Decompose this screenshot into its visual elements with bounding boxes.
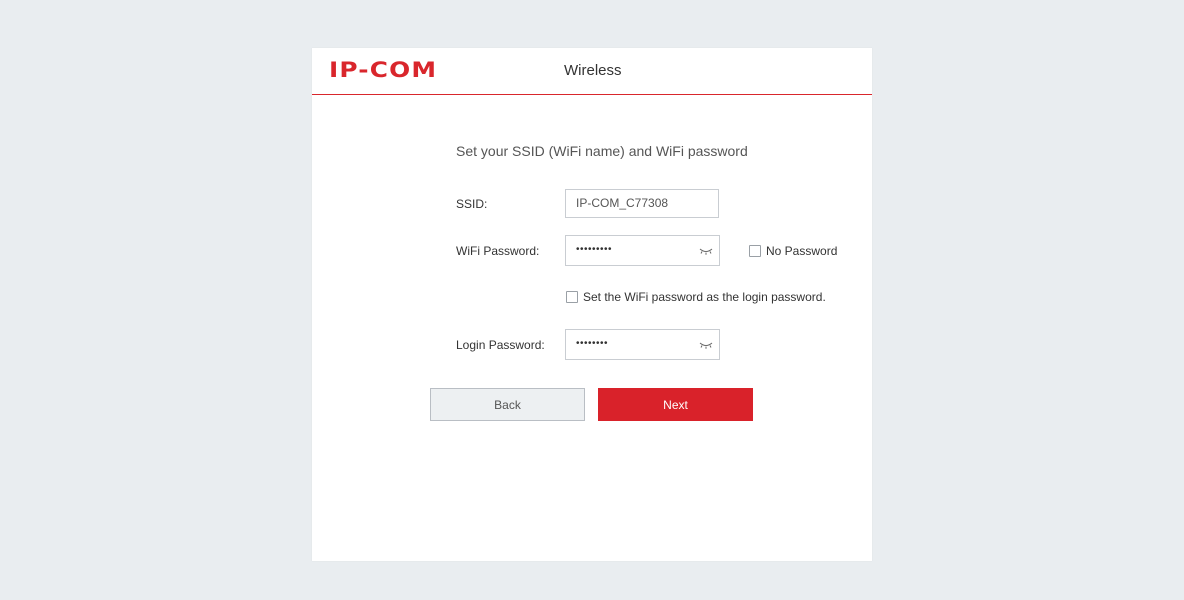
next-button[interactable]: Next — [598, 388, 753, 421]
ssid-label: SSID: — [456, 197, 488, 211]
card-header: IP-COM Wireless — [312, 48, 872, 95]
back-button[interactable]: Back — [430, 388, 585, 421]
login-password-value: •••••••• — [576, 338, 609, 349]
login-password-input[interactable]: •••••••• — [565, 329, 720, 360]
form-subtitle: Set your SSID (WiFi name) and WiFi passw… — [456, 143, 748, 159]
page-title: Wireless — [564, 62, 622, 79]
setup-card: IP-COM Wireless Set your SSID (WiFi name… — [312, 48, 872, 561]
same-as-login-label: Set the WiFi password as the login passw… — [583, 290, 826, 304]
wifi-password-input[interactable]: ••••••••• — [565, 235, 720, 266]
eye-closed-icon[interactable] — [699, 341, 713, 349]
wifi-password-label: WiFi Password: — [456, 244, 540, 258]
no-password-label: No Password — [766, 244, 838, 258]
eye-closed-icon[interactable] — [699, 247, 713, 255]
ip-com-logo: IP-COM — [329, 58, 438, 82]
ssid-input[interactable]: IP-COM_C77308 — [565, 189, 719, 218]
no-password-checkbox[interactable] — [749, 245, 761, 257]
wifi-password-value: ••••••••• — [576, 244, 613, 255]
login-password-label: Login Password: — [456, 338, 545, 352]
same-as-login-checkbox[interactable] — [566, 291, 578, 303]
